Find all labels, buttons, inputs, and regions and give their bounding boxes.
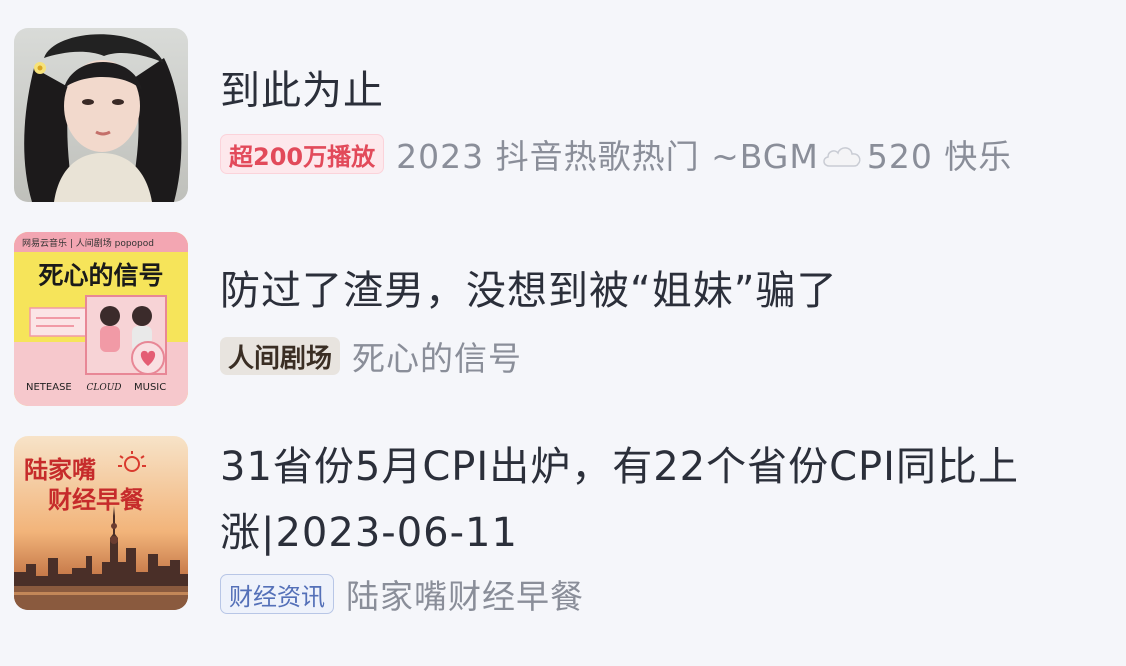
cover-footer-right: MUSIC bbox=[134, 382, 166, 393]
cover-footer-mid: CLOUD bbox=[86, 383, 121, 393]
episode-title-line1: 31省份5月CPI出炉，有22个省份CPI同比上 bbox=[220, 444, 1019, 490]
episode-subtitle-row: 人间剧场 死心的信号 bbox=[220, 334, 837, 378]
episode-cover-image[interactable]: 网易云音乐 | 人间剧场 popopod 死心的信号 NETEASE CLOUD… bbox=[14, 232, 188, 406]
subtitle-text-after: 520 快乐 bbox=[866, 137, 1013, 176]
episode-subtitle: 死心的信号 bbox=[352, 339, 523, 378]
lujiazui-skyline-cover-art: 陆家嘴 财经早餐 bbox=[14, 436, 188, 610]
episode-meta: 防过了渣男，没想到被“姐妹”骗了 人间剧场 死心的信号 bbox=[220, 262, 837, 378]
episode-subtitle: 陆家嘴财经早餐 bbox=[346, 577, 584, 616]
episode-cover-image[interactable]: 陆家嘴 财经早餐 bbox=[14, 436, 188, 610]
episode-subtitle-row: 财经资讯 陆家嘴财经早餐 bbox=[220, 572, 1019, 616]
episode-title[interactable]: 到此为止 bbox=[220, 62, 1012, 120]
cover-line1: 陆家嘴 bbox=[24, 455, 96, 484]
play-count-badge: 超200万播放 bbox=[220, 134, 385, 174]
episode-meta: 31省份5月CPI出炉，有22个省份CPI同比上 涨|2023-06-11 财经… bbox=[220, 438, 1019, 616]
list-item[interactable]: 到此为止 超200万播放 2023 抖音热歌热门 ~BGM 520 快乐 bbox=[14, 28, 1112, 202]
death-heart-signal-cover-art: 网易云音乐 | 人间剧场 popopod 死心的信号 NETEASE CLOUD… bbox=[14, 232, 188, 406]
podcast-list: 到此为止 超200万播放 2023 抖音热歌热门 ~BGM 520 快乐 网易云音… bbox=[0, 0, 1126, 666]
portrait-girl-cover-art bbox=[14, 28, 188, 202]
episode-subtitle: 2023 抖音热歌热门 ~BGM 520 快乐 bbox=[396, 130, 1012, 178]
cloud-emoji-icon bbox=[821, 139, 865, 178]
list-item[interactable]: 网易云音乐 | 人间剧场 popopod 死心的信号 NETEASE CLOUD… bbox=[14, 232, 1112, 406]
cover-footer-left: NETEASE bbox=[26, 382, 72, 393]
episode-title-line2: 涨|2023-06-11 bbox=[220, 510, 518, 556]
episode-title[interactable]: 防过了渣男，没想到被“姐妹”骗了 bbox=[220, 262, 837, 320]
subtitle-text-before: 2023 抖音热歌热门 ~BGM bbox=[396, 137, 819, 176]
cover-header-text: 网易云音乐 | 人间剧场 popopod bbox=[22, 237, 154, 249]
cover-line2: 财经早餐 bbox=[48, 485, 145, 514]
cover-headline-text: 死心的信号 bbox=[38, 261, 163, 290]
episode-cover-image[interactable] bbox=[14, 28, 188, 202]
episode-subtitle-row: 超200万播放 2023 抖音热歌热门 ~BGM 520 快乐 bbox=[220, 132, 1012, 176]
category-badge: 人间剧场 bbox=[220, 337, 341, 375]
list-item[interactable]: 陆家嘴 财经早餐 31省份5月CPI出炉，有22个省份CPI同比上 涨|2023… bbox=[14, 436, 1112, 616]
category-badge: 财经资讯 bbox=[220, 574, 334, 614]
episode-meta: 到此为止 超200万播放 2023 抖音热歌热门 ~BGM 520 快乐 bbox=[220, 62, 1012, 176]
episode-title[interactable]: 31省份5月CPI出炉，有22个省份CPI同比上 涨|2023-06-11 bbox=[220, 438, 1019, 562]
